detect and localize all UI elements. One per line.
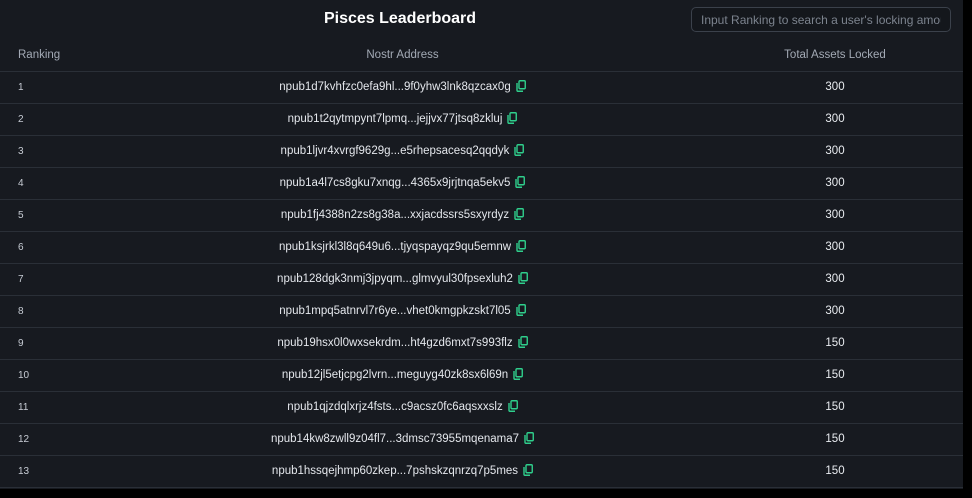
row-address: npub1ksjrkl3l8q649u6...tjyqspayqz9qu5emn… (278, 241, 512, 253)
row-rank: 10 (18, 370, 30, 381)
row-total: 300 (825, 209, 845, 221)
row-address: npub19hsx0l0wxsekrdm...ht4gzd6mxt7s993fl… (277, 337, 513, 349)
table-row: 12 npub14kw8zwll9z04fl7...3dmsc73955mqen… (0, 424, 963, 456)
row-rank: 12 (18, 434, 30, 445)
row-rank: 11 (18, 402, 29, 413)
row-address-cell: npub1qjzdqlxrjz4fsts...c9acsz0fc6aqsxxsl… (150, 392, 655, 423)
row-address: npub1qjzdqlxrjz4fsts...c9acsz0fc6aqsxxsl… (287, 401, 503, 413)
row-address-cell: npub1ksjrkl3l8q649u6...tjyqspayqz9qu5emn… (150, 232, 655, 263)
table-row: 9 npub19hsx0l0wxsekrdm...ht4gzd6mxt7s993… (0, 328, 963, 360)
table-row: 3 npub1ljvr4xvrgf9629g...e5rhepsacesq2qq… (0, 136, 963, 168)
row-rank: 8 (18, 306, 24, 317)
row-address-cell: npub19hsx0l0wxsekrdm...ht4gzd6mxt7s993fl… (150, 328, 655, 359)
row-address: npub1t2qytmpynt7lpmq...jejjvx77jtsq8zklu… (287, 113, 503, 125)
row-address: npub1d7kvhfzc0efa9hl...9f0yhw3lnk8qzcax0… (279, 81, 511, 93)
copy-icon[interactable] (516, 74, 526, 105)
column-header-address: Nostr Address (366, 49, 439, 61)
row-rank: 5 (18, 210, 24, 221)
row-total: 150 (825, 337, 845, 349)
row-total: 300 (825, 305, 845, 317)
row-address-cell: npub128dgk3nmj3jpyqm...glmvyul30fpsexluh… (150, 264, 655, 295)
row-total: 300 (825, 241, 845, 253)
row-address: npub14kw8zwll9z04fl7...3dmsc73955mqenama… (270, 433, 520, 445)
copy-icon[interactable] (515, 170, 526, 201)
row-total: 150 (825, 433, 845, 445)
copy-icon[interactable] (508, 394, 518, 425)
row-address-cell: npub1ljvr4xvrgf9629g...e5rhepsacesq2qqdy… (150, 136, 655, 167)
table-row: 10 npub12jl5etjcpg2lvrn...meguyg40zk8sx6… (0, 360, 963, 392)
table-row: 1 npub1d7kvhfzc0efa9hl...9f0yhw3lnk8qzca… (0, 72, 963, 104)
row-rank: 6 (18, 242, 24, 253)
table-row: 4 npub1a4l7cs8gku7xnqg...4365x9jrjtnqa5e… (0, 168, 963, 200)
row-total: 300 (825, 177, 845, 189)
table-row: 13 npub1hssqejhmp60zkep...7pshskzqnrzq7p… (0, 456, 963, 488)
row-rank: 13 (18, 466, 30, 477)
table-row: 8 npub1mpq5atnrvl7r6ye...vhet0kmgpkzskt7… (0, 296, 963, 328)
row-rank: 7 (18, 274, 24, 285)
row-rank: 9 (18, 338, 24, 349)
row-address: npub1hssqejhmp60zkep...7pshskzqnrzq7p5me… (271, 465, 519, 477)
row-total: 150 (825, 465, 845, 477)
table-row: 5 npub1fj4388n2zs8g38a...xxjacdssrs5sxyr… (0, 200, 963, 232)
copy-icon[interactable] (524, 426, 534, 457)
search-input[interactable] (691, 7, 951, 32)
copy-icon[interactable] (517, 330, 528, 361)
row-address: npub1fj4388n2zs8g38a...xxjacdssrs5sxyrdy… (280, 209, 510, 221)
row-address: npub1ljvr4xvrgf9629g...e5rhepsacesq2qqdy… (280, 145, 510, 157)
table-row: 11 npub1qjzdqlxrjz4fsts...c9acsz0fc6aqsx… (0, 392, 963, 424)
copy-icon[interactable] (514, 202, 525, 233)
copy-icon[interactable] (523, 458, 534, 489)
table-row: 7 npub128dgk3nmj3jpyqm...glmvyul30fpsexl… (0, 264, 963, 296)
table-body: 1 npub1d7kvhfzc0efa9hl...9f0yhw3lnk8qzca… (0, 72, 963, 488)
row-address-cell: npub1mpq5atnrvl7r6ye...vhet0kmgpkzskt7l0… (150, 296, 655, 327)
row-rank: 3 (18, 146, 24, 157)
copy-icon[interactable] (516, 234, 526, 265)
leaderboard-panel: Pisces Leaderboard Ranking Nostr Address… (0, 0, 963, 489)
table-row: 6 npub1ksjrkl3l8q649u6...tjyqspayqz9qu5e… (0, 232, 963, 264)
table-row: 2 npub1t2qytmpynt7lpmq...jejjvx77jtsq8zk… (0, 104, 963, 136)
row-total: 150 (825, 369, 845, 381)
row-total: 300 (825, 273, 845, 285)
row-rank: 2 (18, 114, 24, 125)
row-address-cell: npub1hssqejhmp60zkep...7pshskzqnrzq7p5me… (150, 456, 655, 487)
row-total: 150 (825, 401, 845, 413)
column-header-ranking: Ranking (18, 49, 61, 61)
copy-icon[interactable] (513, 362, 524, 393)
row-address-cell: npub12jl5etjcpg2lvrn...meguyg40zk8sx6l69… (150, 360, 655, 391)
row-total: 300 (825, 145, 845, 157)
column-header-total: Total Assets Locked (784, 49, 886, 61)
page-title: Pisces Leaderboard (323, 10, 477, 27)
row-address: npub128dgk3nmj3jpyqm...glmvyul30fpsexluh… (277, 273, 513, 285)
leaderboard-header: Pisces Leaderboard (0, 0, 963, 40)
copy-icon[interactable] (518, 266, 528, 297)
row-address: npub12jl5etjcpg2lvrn...meguyg40zk8sx6l69… (281, 369, 509, 381)
row-address-cell: npub1d7kvhfzc0efa9hl...9f0yhw3lnk8qzcax0… (150, 72, 655, 103)
row-address-cell: npub14kw8zwll9z04fl7...3dmsc73955mqenama… (150, 424, 655, 455)
copy-icon[interactable] (516, 298, 526, 329)
table-header: Ranking Nostr Address Total Assets Locke… (0, 40, 963, 72)
row-address: npub1mpq5atnrvl7r6ye...vhet0kmgpkzskt7l0… (279, 305, 511, 317)
copy-icon[interactable] (514, 138, 525, 169)
row-address: npub1a4l7cs8gku7xnqg...4365x9jrjtnqa5ekv… (279, 177, 511, 189)
copy-icon[interactable] (507, 106, 518, 137)
row-rank: 4 (18, 178, 24, 189)
row-rank: 1 (18, 82, 24, 93)
row-address-cell: npub1a4l7cs8gku7xnqg...4365x9jrjtnqa5ekv… (150, 168, 655, 199)
row-total: 300 (825, 113, 845, 125)
row-address-cell: npub1fj4388n2zs8g38a...xxjacdssrs5sxyrdy… (150, 200, 655, 231)
row-total: 300 (825, 81, 845, 93)
row-address-cell: npub1t2qytmpynt7lpmq...jejjvx77jtsq8zklu… (150, 104, 655, 135)
